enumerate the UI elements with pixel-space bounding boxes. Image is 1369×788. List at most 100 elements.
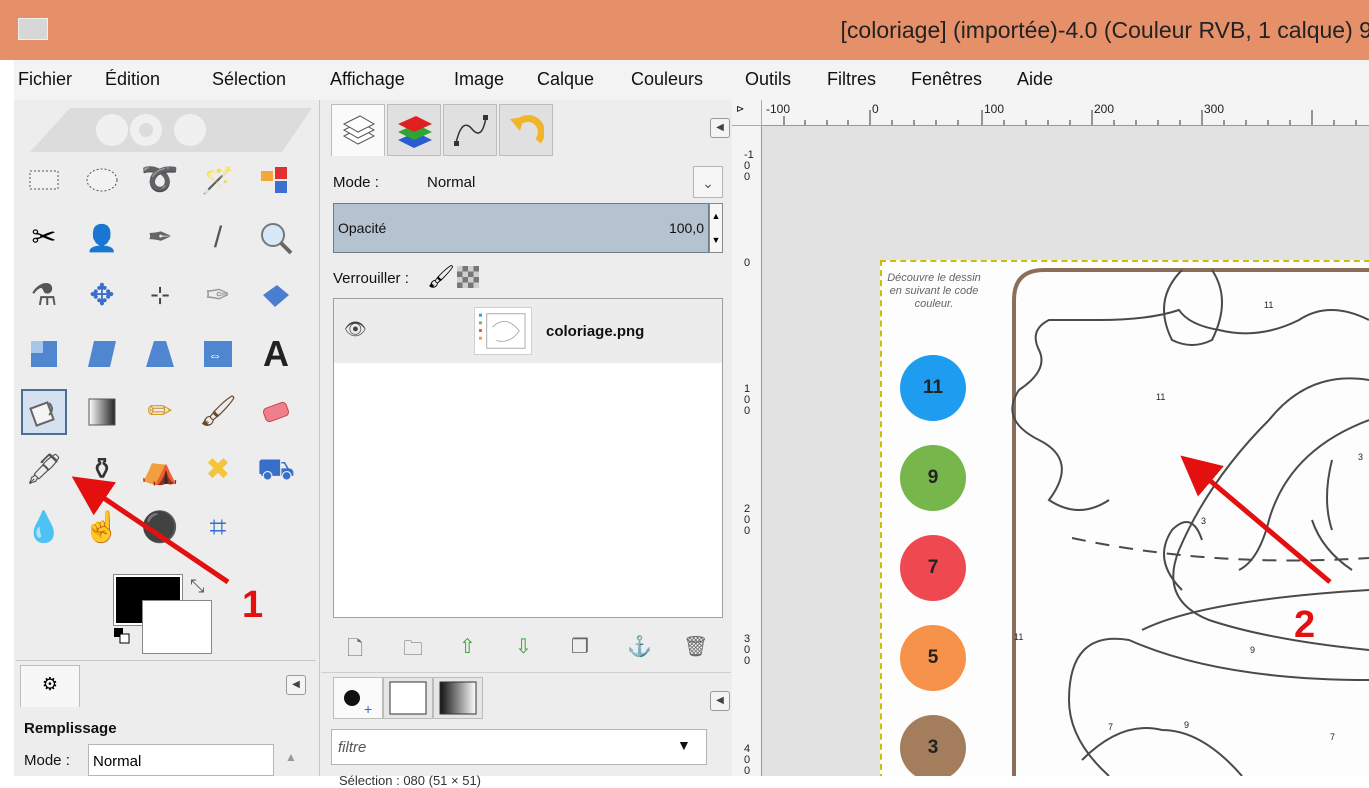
airbrush-icon[interactable]: 🖋 — [21, 447, 67, 493]
menu-image[interactable]: Image — [454, 69, 504, 90]
foreground-select-icon[interactable]: 👤 — [79, 215, 125, 261]
menu-selection[interactable]: Sélection — [212, 69, 286, 90]
anchor-layer-icon[interactable]: ⚓ — [627, 634, 652, 659]
scissors-select-icon[interactable]: ✂ — [21, 215, 67, 261]
free-select-lasso-icon[interactable]: ➰ — [137, 157, 183, 203]
patterns-tab-icon[interactable] — [383, 677, 433, 719]
menu-fenetres[interactable]: Fenêtres — [911, 69, 982, 90]
blur-sharpen-drop-icon[interactable]: 💧 — [21, 505, 67, 551]
layer-list: 👁 coloriage.png — [333, 298, 723, 618]
region-number: 7 — [1108, 722, 1114, 732]
channels-tab-icon[interactable] — [387, 104, 441, 156]
select-by-color-icon[interactable] — [253, 157, 299, 203]
menu-edition[interactable]: Édition — [105, 69, 160, 90]
menu-affichage[interactable]: Affichage — [330, 69, 405, 90]
filter-dropdown-icon[interactable]: ▼ — [677, 737, 691, 753]
menu-aide[interactable]: Aide — [1017, 69, 1053, 90]
picture-instructions: Découvre le dessin en suivant le code co… — [887, 272, 981, 310]
measure-compass-icon[interactable]: ⚗ — [21, 273, 67, 319]
crop-knife-icon[interactable]: ✑ — [195, 273, 241, 319]
perspective-clone-icon[interactable]: ⛟ — [253, 447, 299, 493]
tool-options-tabs: ⚙ ◀ — [16, 660, 316, 707]
tool-options-tab-icon[interactable]: ⚙ — [20, 665, 80, 707]
brush-filter-input[interactable]: filtre — [331, 729, 707, 765]
lower-layer-icon[interactable]: ⇩ — [515, 634, 532, 659]
layers-panel-menu-icon[interactable]: ◀ — [710, 118, 730, 138]
flip-tool-icon[interactable]: ⇔ — [195, 331, 241, 377]
undo-history-tab-icon[interactable] — [499, 104, 553, 156]
zoom-magnifier-icon[interactable] — [253, 215, 299, 261]
blend-gradient-icon[interactable] — [79, 389, 125, 435]
swap-colors-icon[interactable]: ⤡ — [190, 576, 204, 597]
paintbrush-icon[interactable]: 🖌 — [195, 389, 241, 435]
new-layer-icon[interactable]: 🗋 — [347, 634, 363, 668]
brushes-panel-menu-icon[interactable]: ◀ — [710, 691, 730, 711]
gimp-app-icon[interactable] — [18, 18, 48, 40]
legend-dot-3: 3 — [900, 715, 966, 776]
pencil-icon[interactable]: ✏ — [137, 389, 183, 435]
v-ruler-label-0: 0 — [744, 257, 751, 269]
region-number: 3 — [1201, 516, 1207, 526]
heal-tool-icon[interactable]: ✖ — [195, 447, 241, 493]
bucket-fill-icon[interactable] — [21, 389, 67, 435]
scale-tool-icon[interactable] — [21, 331, 67, 377]
brushes-tab-icon[interactable]: + — [333, 677, 383, 719]
layer-row[interactable]: 👁 coloriage.png — [334, 299, 722, 363]
mode-label: Mode : — [333, 174, 379, 191]
gradients-tab-icon[interactable] — [433, 677, 483, 719]
smudge-tool-icon[interactable]: ☝ — [79, 505, 125, 551]
default-colors-icon[interactable] — [114, 628, 130, 644]
menu-filtres[interactable]: Filtres — [827, 69, 876, 90]
opacity-slider[interactable]: Opacité 100,0 — [333, 203, 709, 253]
menu-outils[interactable]: Outils — [745, 69, 791, 90]
layer-name[interactable]: coloriage.png — [546, 323, 644, 340]
raise-layer-icon[interactable]: ⇧ — [459, 634, 476, 659]
perspective-tool-icon[interactable] — [137, 331, 183, 377]
v-ruler-label-300: 300 — [744, 633, 751, 667]
h-ruler-label-0: 0 — [872, 102, 879, 116]
mode-select[interactable]: Normal — [427, 174, 475, 191]
paths-tab-icon[interactable] — [443, 104, 497, 156]
menu-fichier[interactable]: Fichier — [18, 69, 72, 90]
tool-options-mode-select[interactable]: Normal — [88, 744, 274, 776]
svg-text:⇔: ⇔ — [208, 347, 222, 363]
layers-tab-icon[interactable] — [331, 104, 385, 156]
ink-tool-icon[interactable]: ⚱ — [79, 447, 125, 493]
rotate-tool-icon[interactable] — [253, 273, 299, 319]
duplicate-layer-icon[interactable]: ❐ — [571, 634, 589, 659]
move-tool-icon[interactable]: ✥ — [79, 273, 125, 319]
clone-stamp-icon[interactable]: ⛺ — [137, 447, 183, 493]
horizontal-ruler[interactable]: -100 0 100 200 300 — [762, 100, 1369, 126]
svg-text:+: + — [364, 701, 372, 717]
delete-layer-trash-icon[interactable]: 🗑 — [683, 634, 708, 659]
menu-couleurs[interactable]: Couleurs — [631, 69, 703, 90]
cage-transform-icon[interactable]: ⌗ — [195, 505, 241, 551]
shear-tool-icon[interactable] — [79, 331, 125, 377]
mode-dropdown-icon[interactable]: ⌄ — [693, 166, 723, 198]
image-canvas[interactable]: -100 0 100 200 300 ⊳ -100 0 100 200 300 … — [732, 100, 1369, 776]
fuzzy-select-wand-icon[interactable]: 🪄 — [195, 157, 241, 203]
navigate-button[interactable]: ⊳ — [732, 100, 762, 126]
text-tool-icon[interactable]: A — [253, 331, 299, 377]
align-tool-icon[interactable]: ⊹ — [137, 273, 183, 319]
layer-thumbnail — [474, 307, 532, 355]
color-picker-icon[interactable]: / — [195, 215, 241, 261]
eraser-icon[interactable] — [253, 389, 299, 435]
panel-menu-arrow-icon[interactable]: ◀ — [286, 675, 306, 695]
dodge-burn-icon[interactable]: ⚫ — [137, 505, 183, 551]
vertical-ruler[interactable]: -100 0 100 200 300 400 — [732, 126, 762, 776]
ellipse-select-icon[interactable] — [79, 157, 125, 203]
new-layer-group-icon[interactable]: 🗀 — [403, 634, 423, 668]
paths-pen-icon[interactable]: ✒ — [137, 215, 183, 261]
rect-select-icon[interactable] — [21, 157, 67, 203]
scroll-up-icon[interactable]: ▲ — [278, 744, 304, 776]
lock-alpha-checker-icon[interactable] — [457, 266, 479, 288]
annotation-label-1: 1 — [242, 584, 264, 626]
opacity-spin-buttons[interactable]: ▲ ▼ — [709, 203, 723, 253]
lock-pixels-brush-icon[interactable]: 🖌 — [427, 264, 455, 290]
legend-dot-5: 5 — [900, 625, 966, 691]
background-color-swatch[interactable] — [142, 600, 212, 654]
opacity-label: Opacité — [338, 220, 387, 236]
menu-calque[interactable]: Calque — [537, 69, 594, 90]
visibility-eye-icon[interactable]: 👁 — [344, 319, 367, 340]
